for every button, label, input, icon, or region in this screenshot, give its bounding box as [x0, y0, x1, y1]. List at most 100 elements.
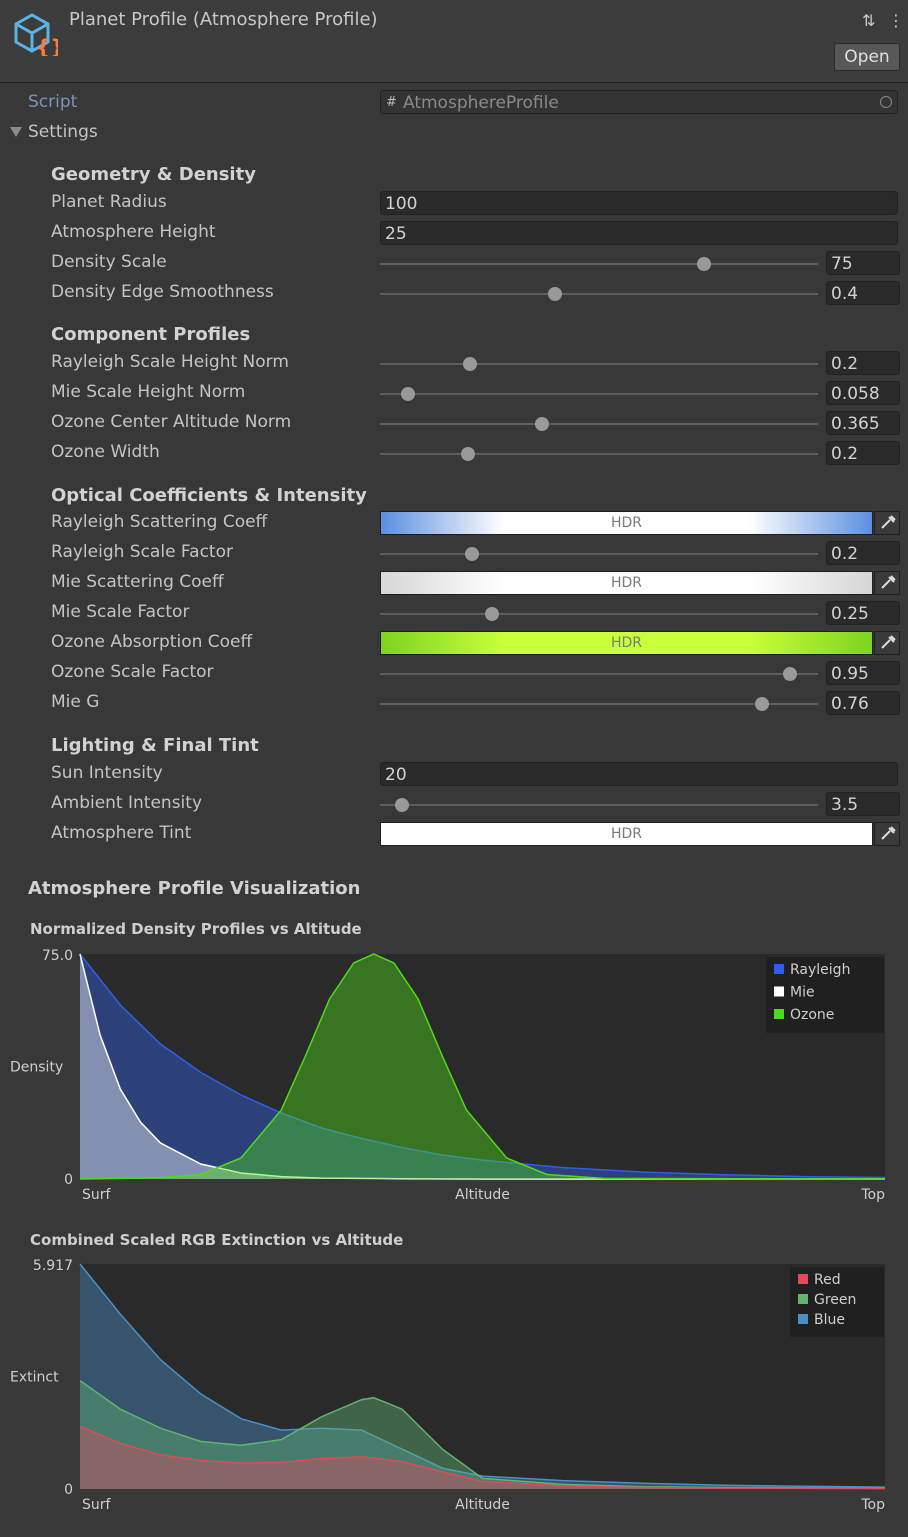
legend-label-green: Green [814, 1292, 856, 1308]
ambient-intensity-slider-track[interactable] [380, 804, 818, 806]
ozone-factor-slider-thumb[interactable] [782, 667, 797, 681]
rayleigh-factor-input[interactable]: 0.2 [826, 541, 900, 565]
legend-label-ozone: Ozone [790, 1007, 834, 1023]
legend-label-blue: Blue [814, 1312, 845, 1328]
settings-foldout[interactable]: Settings [0, 119, 908, 147]
sun-intensity-label: Sun Intensity [51, 763, 163, 783]
ambient-intensity-input[interactable]: 3.5 [826, 792, 900, 816]
mie-factor-slider-thumb[interactable] [484, 607, 499, 621]
svg-text:{}: {} [36, 35, 58, 56]
inspector-title: Planet Profile (Atmosphere Profile) [69, 9, 378, 30]
mie-height-slider-thumb[interactable] [400, 387, 415, 401]
density-edge-slider-thumb[interactable] [548, 287, 563, 301]
ozone-width-slider-thumb[interactable] [460, 447, 475, 461]
ozone-factor-input[interactable]: 0.95 [826, 661, 900, 685]
ozone-factor-row: Ozone Scale Factor 0.95 [0, 659, 908, 687]
atmosphere-height-input[interactable]: 25 [380, 221, 898, 245]
x-tick-end: Top [860, 1497, 885, 1513]
atmosphere-tint-label: Atmosphere Tint [51, 823, 192, 843]
open-button[interactable]: Open [834, 43, 900, 71]
eyedropper-icon[interactable] [874, 511, 900, 535]
ozone-factor-slider-track[interactable] [380, 673, 818, 675]
rayleigh-factor-slider-track[interactable] [380, 553, 818, 555]
visualization-title: Atmosphere Profile Visualization [28, 878, 361, 899]
mie-g-input[interactable]: 0.76 [826, 691, 900, 715]
mie-g-row: Mie G 0.76 [0, 689, 908, 717]
inspector-header: {} Planet Profile (Atmosphere Profile) ⇅… [0, 0, 908, 83]
y-tick-min: 0 [64, 1482, 73, 1498]
chart2-title: Combined Scaled RGB Extinction vs Altitu… [30, 1231, 404, 1249]
ozone-center-input[interactable]: 0.365 [826, 411, 900, 435]
rayleigh-coeff-color-field[interactable]: HDR [380, 511, 873, 535]
settings-label: Settings [28, 122, 98, 142]
ozone-width-label: Ozone Width [51, 442, 160, 462]
density-edge-slider-track[interactable] [380, 293, 818, 295]
atmosphere-tint-color-field[interactable]: HDR [380, 822, 873, 846]
script-object-field[interactable]: # AtmosphereProfile [380, 90, 898, 114]
mie-factor-input[interactable]: 0.25 [826, 601, 900, 625]
density-edge-row: Density Edge Smoothness 0.4 [0, 279, 908, 307]
rayleigh-height-slider-thumb[interactable] [462, 357, 477, 371]
atmosphere-tint-row: Atmosphere Tint HDR [0, 820, 908, 848]
legend-label-mie: Mie [790, 985, 815, 1001]
y-tick-max: 5.917 [33, 1258, 73, 1274]
foldout-arrow-icon[interactable] [10, 127, 22, 137]
rayleigh-height-label: Rayleigh Scale Height Norm [51, 352, 289, 372]
mie-factor-slider-track[interactable] [380, 613, 818, 615]
presets-icon[interactable]: ⇅ [862, 11, 875, 30]
sun-intensity-input[interactable]: 20 [380, 762, 898, 786]
ozone-coeff-color-field[interactable]: HDR [380, 631, 873, 655]
x-axis-label: Altitude [455, 1187, 510, 1203]
ozone-width-input[interactable]: 0.2 [826, 441, 900, 465]
ozone-width-slider-track[interactable] [380, 453, 818, 455]
section-components: Component Profiles [51, 324, 251, 345]
x-axis-label: Altitude [455, 1497, 510, 1513]
density-scale-label: Density Scale [51, 252, 167, 272]
rayleigh-height-slider-track[interactable] [380, 363, 818, 365]
mie-g-slider-track[interactable] [380, 703, 818, 705]
density-edge-label: Density Edge Smoothness [51, 282, 274, 302]
mie-height-label: Mie Scale Height Norm [51, 382, 246, 402]
ozone-center-slider-track[interactable] [380, 423, 818, 425]
extinction-chart: 5.917 0 Extinct Surf Top Altitude Red Green Blue [10, 1258, 885, 1513]
legend-swatch-green [798, 1294, 808, 1304]
ambient-intensity-slider-thumb[interactable] [394, 798, 409, 812]
rayleigh-height-row: Rayleigh Scale Height Norm 0.2 [0, 349, 908, 377]
object-picker-icon[interactable] [880, 96, 892, 108]
x-tick-start: Surf [82, 1497, 112, 1513]
density-profile-chart: 75.0 0 Density Surf Top Altitude Rayleigh Mie Oz… [10, 948, 885, 1203]
ozone-center-slider-thumb[interactable] [535, 417, 550, 431]
planet-radius-label: Planet Radius [51, 192, 167, 212]
eyedropper-icon[interactable] [874, 822, 900, 846]
rayleigh-height-input[interactable]: 0.2 [826, 351, 900, 375]
script-row: Script # AtmosphereProfile [0, 89, 908, 117]
ozone-coeff-row: Ozone Absorption Coeff HDR [0, 629, 908, 657]
script-asset-icon: {} [14, 13, 58, 56]
planet-radius-input[interactable]: 100 [380, 191, 898, 215]
legend-swatch-rayleigh [774, 964, 784, 974]
rayleigh-coeff-row: Rayleigh Scattering Coeff HDR [0, 509, 908, 537]
y-axis-label: Density [10, 1060, 63, 1076]
context-menu-icon[interactable]: ⋮ [888, 11, 904, 30]
mie-height-slider-track[interactable] [380, 393, 818, 395]
density-scale-slider-track[interactable] [380, 263, 818, 265]
ozone-center-row: Ozone Center Altitude Norm 0.365 [0, 409, 908, 437]
atmosphere-height-row: Atmosphere Height 25 [0, 219, 908, 247]
mie-g-slider-thumb[interactable] [754, 697, 769, 711]
legend-swatch-blue [798, 1314, 808, 1324]
density-edge-input[interactable]: 0.4 [826, 281, 900, 305]
density-scale-input[interactable]: 75 [826, 251, 900, 275]
mie-g-label: Mie G [51, 692, 100, 712]
legend-swatch-mie [774, 986, 784, 997]
rayleigh-factor-slider-thumb[interactable] [464, 547, 479, 561]
mie-factor-label: Mie Scale Factor [51, 602, 190, 622]
eyedropper-icon[interactable] [874, 571, 900, 595]
mie-coeff-color-field[interactable]: HDR [380, 571, 873, 595]
density-scale-slider-thumb[interactable] [697, 257, 712, 271]
mie-height-input[interactable]: 0.058 [826, 381, 900, 405]
eyedropper-icon[interactable] [874, 631, 900, 655]
density-scale-row: Density Scale 75 [0, 249, 908, 277]
rayleigh-factor-label: Rayleigh Scale Factor [51, 542, 233, 562]
section-geometry: Geometry & Density [51, 164, 256, 185]
planet-radius-row: Planet Radius 100 [0, 189, 908, 217]
